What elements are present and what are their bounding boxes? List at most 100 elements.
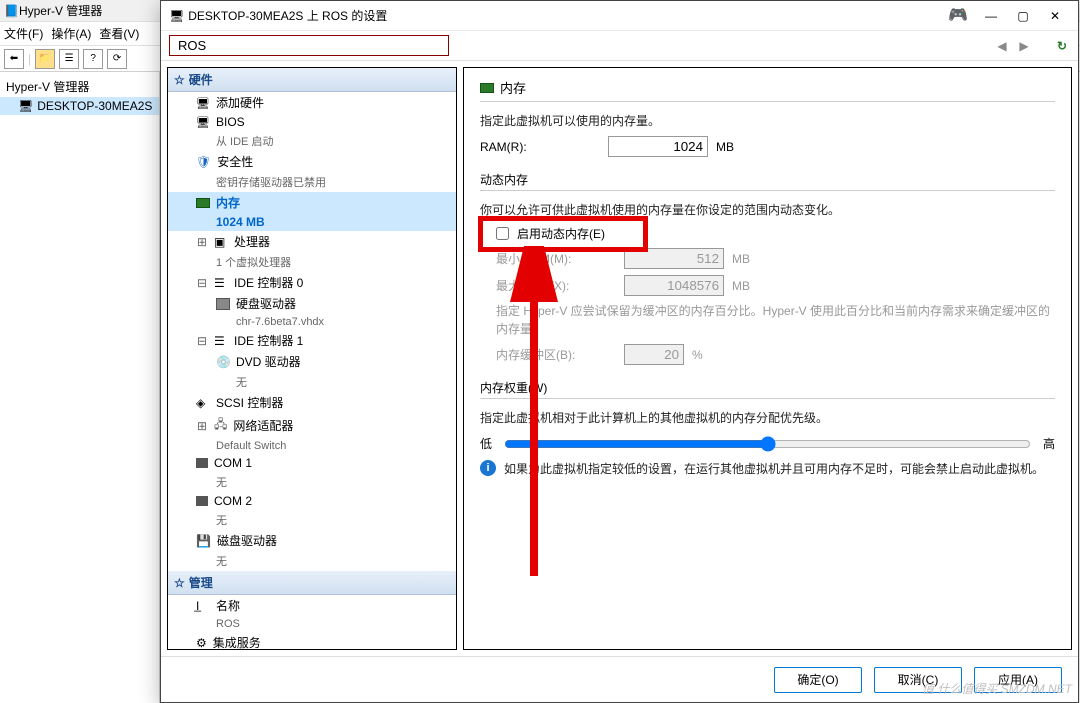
weight-header: 内存权重(W) bbox=[480, 379, 1055, 396]
memory-weight-slider[interactable] bbox=[504, 436, 1031, 452]
tree-root[interactable]: Hyper-V 管理器 bbox=[0, 76, 159, 97]
hyperv-icon: 📘 bbox=[4, 4, 19, 18]
info-text: 如果为此虚拟机指定较低的设置，在运行其他虚拟机并且可用内存不足时，可能会禁止启动… bbox=[504, 460, 1044, 478]
detail-header: 内存 bbox=[480, 78, 1055, 97]
apply-button[interactable]: 应用(A) bbox=[974, 667, 1062, 693]
dialog-title-text: DESKTOP-30MEA2S 上 ROS 的设置 bbox=[188, 7, 387, 24]
item-cpu-sub: 1 个虚拟处理器 bbox=[168, 252, 456, 272]
item-memory-sub: 1024 MB bbox=[168, 213, 456, 231]
max-unit: MB bbox=[732, 279, 750, 293]
item-hdd-sub: chr-7.6beta7.vhdx bbox=[168, 314, 456, 330]
group-hardware[interactable]: ☆硬件 bbox=[168, 68, 456, 92]
item-integration[interactable]: 集成服务 bbox=[168, 632, 456, 650]
scsi-icon: ◈ bbox=[196, 396, 210, 410]
vm-selector[interactable]: ROS bbox=[169, 35, 449, 56]
item-name[interactable]: I̲名称 bbox=[168, 595, 456, 616]
dyn-desc: 你可以允许可供此虚拟机使用的内存量在你设定的范围内动态变化。 bbox=[480, 201, 1055, 219]
item-nic-sub: Default Switch bbox=[168, 438, 456, 454]
ide-icon: ☰ bbox=[214, 276, 228, 290]
min-ram-input bbox=[624, 248, 724, 269]
toolbar-folder-icon[interactable]: 📁 bbox=[35, 49, 55, 69]
toolbar-back-icon[interactable]: ⬅ bbox=[4, 49, 24, 69]
item-nic[interactable]: ⊞网络适配器 bbox=[168, 413, 456, 438]
expander-icon[interactable]: ⊞ bbox=[196, 235, 208, 249]
item-ide1[interactable]: ⊟☰IDE 控制器 1 bbox=[168, 330, 456, 351]
detail-title: 内存 bbox=[500, 78, 526, 97]
expander-icon[interactable]: ⊟ bbox=[196, 276, 208, 290]
item-com1-sub: 无 bbox=[168, 472, 456, 492]
slider-low: 低 bbox=[480, 435, 492, 452]
item-scsi[interactable]: ◈SCSI 控制器 bbox=[168, 392, 456, 413]
com-icon bbox=[196, 496, 208, 506]
maximize-icon[interactable]: ▢ bbox=[1008, 5, 1038, 27]
add-hw-icon bbox=[196, 96, 210, 110]
item-ide0[interactable]: ⊟☰IDE 控制器 0 bbox=[168, 272, 456, 293]
dyn-enable-checkbox[interactable] bbox=[496, 227, 509, 240]
item-security-sub: 密钥存储驱动器已禁用 bbox=[168, 172, 456, 192]
name-icon: I̲ bbox=[196, 599, 210, 613]
controller-icon: 🎮 bbox=[948, 5, 968, 25]
memory-detail-pane: 内存 指定此虚拟机可以使用的内存量。 RAM(R): MB 动态内存 你可以允许… bbox=[463, 67, 1072, 650]
refresh-icon[interactable]: ↻ bbox=[1054, 38, 1070, 54]
item-dvd[interactable]: 💿DVD 驱动器 bbox=[168, 351, 456, 372]
net-icon bbox=[214, 415, 227, 436]
item-com2-sub: 无 bbox=[168, 510, 456, 530]
settings-tree[interactable]: ☆硬件 添加硬件 BIOS 从 IDE 启动 🛡安全性 密钥存储驱动器已禁用 内… bbox=[167, 67, 457, 650]
dialog-toolbar: ROS ◀ ▶ ↻ bbox=[161, 31, 1078, 61]
ok-button[interactable]: 确定(O) bbox=[774, 667, 862, 693]
ram-input[interactable] bbox=[608, 136, 708, 157]
dyn-enable-label: 启用动态内存(E) bbox=[517, 225, 605, 242]
ide-icon: ☰ bbox=[214, 334, 228, 348]
minimize-icon[interactable]: — bbox=[976, 5, 1006, 27]
dyn-enable-row[interactable]: 启用动态内存(E) bbox=[496, 225, 1055, 242]
vm-settings-dialog: 🖥 DESKTOP-30MEA2S 上 ROS 的设置 🎮 — ▢ ✕ ROS … bbox=[160, 0, 1079, 703]
expander-icon[interactable]: ⊞ bbox=[196, 419, 208, 433]
item-memory[interactable]: 内存 bbox=[168, 192, 456, 213]
com-icon bbox=[196, 458, 208, 468]
ram-unit: MB bbox=[716, 140, 734, 154]
item-name-sub: ROS bbox=[168, 616, 456, 632]
tree-host[interactable]: 🖥 DESKTOP-30MEA2S bbox=[0, 97, 159, 115]
item-bios[interactable]: BIOS bbox=[168, 113, 456, 131]
item-security[interactable]: 🛡安全性 bbox=[168, 151, 456, 172]
toolbar-help-icon[interactable]: ? bbox=[83, 49, 103, 69]
group-management[interactable]: ☆管理 bbox=[168, 571, 456, 595]
item-floppy[interactable]: 磁盘驱动器 bbox=[168, 530, 456, 551]
dialog-titlebar: 🖥 DESKTOP-30MEA2S 上 ROS 的设置 🎮 — ▢ ✕ bbox=[161, 1, 1078, 31]
menu-view[interactable]: 查看(V) bbox=[99, 25, 139, 42]
nav-back-icon[interactable]: ◀ bbox=[994, 38, 1010, 54]
dyn-header: 动态内存 bbox=[480, 171, 1055, 188]
item-hdd[interactable]: 硬盘驱动器 bbox=[168, 293, 456, 314]
buffer-label: 内存缓冲区(B): bbox=[496, 346, 616, 363]
close-icon[interactable]: ✕ bbox=[1040, 5, 1070, 27]
item-com2[interactable]: COM 2 bbox=[168, 492, 456, 510]
min-ram-label: 最小 RAM(M): bbox=[496, 250, 616, 267]
item-cpu[interactable]: ⊞▣处理器 bbox=[168, 231, 456, 252]
cancel-button[interactable]: 取消(C) bbox=[874, 667, 962, 693]
hdd-icon bbox=[216, 298, 230, 310]
gear-icon bbox=[196, 636, 207, 650]
floppy-icon bbox=[196, 534, 211, 548]
hyperv-title: Hyper-V 管理器 bbox=[19, 2, 102, 19]
toolbar-properties-icon[interactable]: ☰ bbox=[59, 49, 79, 69]
max-ram-input bbox=[624, 275, 724, 296]
shield-icon: 🛡 bbox=[196, 155, 211, 169]
bios-icon bbox=[196, 115, 210, 129]
item-com1[interactable]: COM 1 bbox=[168, 454, 456, 472]
info-icon: i bbox=[480, 460, 496, 476]
item-dvd-sub: 无 bbox=[168, 372, 456, 392]
memory-desc: 指定此虚拟机可以使用的内存量。 bbox=[480, 112, 1055, 130]
menu-action[interactable]: 操作(A) bbox=[51, 25, 91, 42]
min-unit: MB bbox=[732, 252, 750, 266]
toolbar-refresh-icon[interactable]: ⟳ bbox=[107, 49, 127, 69]
nav-forward-icon[interactable]: ▶ bbox=[1016, 38, 1032, 54]
ram-label: RAM(R): bbox=[480, 140, 600, 154]
hyperv-tree[interactable]: Hyper-V 管理器 🖥 DESKTOP-30MEA2S bbox=[0, 72, 160, 703]
item-floppy-sub: 无 bbox=[168, 551, 456, 571]
item-add-hardware[interactable]: 添加硬件 bbox=[168, 92, 456, 113]
dvd-icon: 💿 bbox=[216, 355, 230, 369]
menu-file[interactable]: 文件(F) bbox=[4, 25, 43, 42]
expander-icon[interactable]: ⊟ bbox=[196, 334, 208, 348]
dialog-icon: 🖥 bbox=[169, 9, 184, 23]
memory-icon bbox=[196, 198, 210, 208]
